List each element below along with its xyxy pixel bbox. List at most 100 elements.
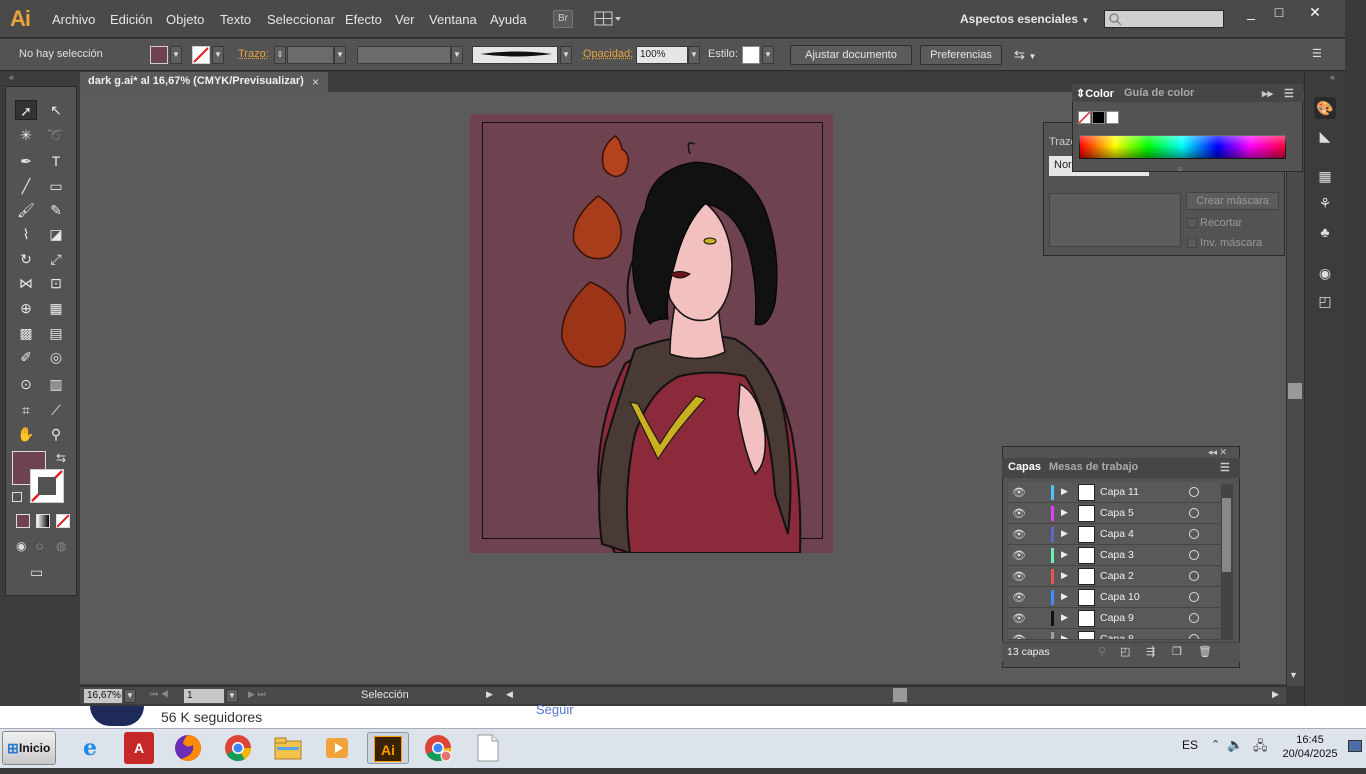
delete-layer-icon[interactable]: 🗑 bbox=[1198, 645, 1212, 658]
visibility-eye-icon[interactable]: 👁 bbox=[1012, 570, 1026, 583]
gradient-tool-icon[interactable]: ▤ bbox=[45, 323, 67, 343]
layer-row[interactable]: 👁 ▶ Capa 3 bbox=[1008, 545, 1220, 566]
notepad-icon[interactable] bbox=[471, 732, 505, 764]
layer-name[interactable]: Capa 2 bbox=[1100, 570, 1134, 582]
vertical-scroll-thumb[interactable] bbox=[1288, 383, 1302, 399]
horizontal-scroll-thumb[interactable] bbox=[893, 688, 907, 702]
menu-ventana[interactable]: Ventana bbox=[429, 12, 477, 27]
black-color-swatch[interactable] bbox=[1092, 111, 1105, 124]
layer-target-icon[interactable] bbox=[1189, 508, 1199, 518]
stroke-weight-dropdown[interactable]: ▼ bbox=[334, 46, 346, 64]
zoom-tool-icon[interactable]: ⚲ bbox=[45, 424, 67, 444]
menu-seleccionar[interactable]: Seleccionar bbox=[267, 12, 335, 27]
visibility-eye-icon[interactable]: 👁 bbox=[1012, 486, 1026, 499]
lasso-tool-icon[interactable]: ➰ bbox=[45, 125, 67, 145]
tab-artboards[interactable]: Mesas de trabajo bbox=[1049, 461, 1138, 473]
layer-name[interactable]: Capa 5 bbox=[1100, 507, 1134, 519]
stroke-weight-stepper[interactable]: ⇕ bbox=[274, 46, 286, 64]
draw-inside-icon[interactable]: ◍ bbox=[56, 539, 66, 553]
eraser-tool-icon[interactable]: ◪ bbox=[45, 224, 67, 244]
stroke-weight-field[interactable] bbox=[287, 46, 334, 64]
gradient-mode-icon[interactable] bbox=[36, 514, 50, 528]
menu-ver[interactable]: Ver bbox=[395, 12, 415, 27]
style-swatch[interactable] bbox=[742, 46, 760, 64]
illustrator-icon[interactable]: Ai bbox=[367, 732, 409, 764]
stroke-color-box[interactable] bbox=[30, 469, 64, 503]
firefox-icon[interactable] bbox=[171, 732, 205, 764]
expand-triangle-icon[interactable]: ▶ bbox=[1061, 570, 1068, 581]
artboard-dropdown[interactable]: ▼ bbox=[226, 689, 238, 703]
system-clock[interactable]: 16:45 20/04/2025 bbox=[1280, 733, 1340, 761]
first-artboard-icon[interactable]: ⏮ ◀ bbox=[150, 689, 169, 700]
color-panel-icon[interactable]: 🎨 bbox=[1314, 97, 1336, 119]
menu-objeto[interactable]: Objeto bbox=[166, 12, 204, 27]
default-colors-icon[interactable] bbox=[12, 492, 22, 502]
tab-layers[interactable]: Capas bbox=[1008, 461, 1041, 473]
variable-width-field[interactable] bbox=[357, 46, 451, 64]
pencil-tool-icon[interactable]: ✎ bbox=[45, 200, 67, 220]
zoom-field[interactable]: 16,67% bbox=[84, 689, 122, 703]
layer-row[interactable]: 👁 ▶ Capa 8 bbox=[1008, 629, 1220, 640]
status-menu-icon[interactable]: ▶ bbox=[486, 689, 493, 700]
layer-name[interactable]: Capa 3 bbox=[1100, 549, 1134, 561]
visibility-eye-icon[interactable]: 👁 bbox=[1012, 633, 1026, 640]
transparency-panel-icon[interactable]: ◰ bbox=[1314, 290, 1336, 312]
layer-name[interactable]: Capa 11 bbox=[1100, 486, 1139, 498]
help-search-input[interactable] bbox=[1104, 10, 1224, 28]
new-sublayer-icon[interactable]: ⇶ bbox=[1146, 645, 1155, 658]
mesh-tool-icon[interactable]: ▩ bbox=[15, 323, 37, 343]
layer-target-icon[interactable] bbox=[1189, 634, 1199, 640]
screen-mode-icon[interactable]: ▭ bbox=[30, 564, 43, 581]
show-desktop-icon[interactable] bbox=[1348, 740, 1362, 752]
selection-tool-icon[interactable]: ➚ bbox=[15, 100, 37, 120]
perspective-grid-tool-icon[interactable]: ▦ bbox=[45, 298, 67, 318]
expand-triangle-icon[interactable]: ▶ bbox=[1061, 612, 1068, 623]
minimize-button[interactable]: _ bbox=[1236, 4, 1266, 22]
layers-panel-menu-icon[interactable]: ☰ bbox=[1220, 461, 1230, 474]
start-button[interactable]: ⊞ Inicio bbox=[2, 731, 56, 765]
menu-efecto[interactable]: Efecto bbox=[345, 12, 382, 27]
direct-selection-tool-icon[interactable]: ↖ bbox=[45, 100, 67, 120]
opacity-field[interactable]: 100% bbox=[636, 46, 688, 64]
eyedropper-tool-icon[interactable]: ✐ bbox=[15, 347, 37, 367]
fill-dropdown[interactable]: ▼ bbox=[170, 46, 182, 64]
expand-triangle-icon[interactable]: ▶ bbox=[1061, 549, 1068, 560]
workspace-switcher[interactable]: Aspectos esenciales ▼ bbox=[960, 12, 1089, 26]
rotate-tool-icon[interactable]: ↻ bbox=[15, 249, 37, 269]
visibility-eye-icon[interactable]: 👁 bbox=[1012, 549, 1026, 562]
magic-wand-tool-icon[interactable]: ✳ bbox=[15, 125, 37, 145]
menu-edicion[interactable]: Edición bbox=[110, 12, 153, 27]
column-graph-tool-icon[interactable]: ▥ bbox=[45, 374, 67, 394]
hand-tool-icon[interactable]: ✋ bbox=[15, 424, 37, 444]
language-indicator[interactable]: ES bbox=[1182, 738, 1198, 752]
slice-tool-icon[interactable]: ⟋ bbox=[45, 400, 67, 420]
close-button[interactable]: ✕ bbox=[1300, 4, 1330, 22]
width-tool-icon[interactable]: ⋈ bbox=[15, 273, 37, 293]
layer-target-icon[interactable] bbox=[1189, 571, 1199, 581]
layer-target-icon[interactable] bbox=[1189, 487, 1199, 497]
tray-chevron-icon[interactable]: ⌃ bbox=[1211, 738, 1220, 751]
white-color-swatch[interactable] bbox=[1106, 111, 1119, 124]
artboard-number-field[interactable]: 1 bbox=[184, 689, 224, 703]
make-clipping-mask-icon[interactable]: ◰ bbox=[1120, 645, 1130, 658]
line-tool-icon[interactable]: ╱ bbox=[15, 176, 37, 196]
document-tab-close-icon[interactable]: × bbox=[312, 75, 319, 89]
bridge-button[interactable]: Br bbox=[553, 10, 573, 28]
stroke-swatch[interactable] bbox=[192, 46, 210, 64]
color-panel-menu-icon[interactable]: ☰ bbox=[1284, 87, 1294, 100]
expand-triangle-icon[interactable]: ▶ bbox=[1061, 633, 1068, 640]
layer-row[interactable]: 👁 ▶ Capa 11 bbox=[1008, 482, 1220, 503]
artwork-illustration[interactable] bbox=[470, 114, 833, 553]
none-color-swatch[interactable] bbox=[1078, 111, 1091, 124]
brush-definition-field[interactable] bbox=[472, 46, 558, 64]
variable-width-dropdown[interactable]: ▼ bbox=[451, 46, 463, 64]
explorer-icon[interactable] bbox=[271, 732, 305, 764]
invert-mask-checkbox[interactable] bbox=[1187, 238, 1197, 248]
layer-name[interactable]: Capa 8 bbox=[1100, 633, 1134, 640]
type-tool-icon[interactable]: T bbox=[45, 151, 67, 171]
color-panel-resize-icon[interactable]: ≡ bbox=[1178, 165, 1183, 174]
maximize-button[interactable]: □ bbox=[1264, 4, 1294, 22]
arrange-icon[interactable]: ⇆ ▼ bbox=[1014, 47, 1036, 63]
expand-triangle-icon[interactable]: ▶ bbox=[1061, 591, 1068, 602]
scroll-down-icon[interactable]: ▼ bbox=[1289, 670, 1298, 680]
